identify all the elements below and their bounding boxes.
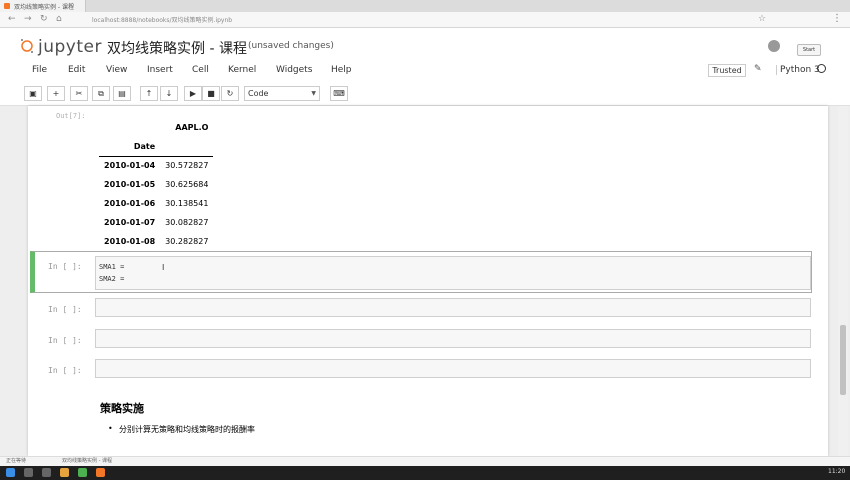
row-value: 30.572827: [165, 161, 209, 171]
save-status: (unsaved changes): [248, 41, 334, 51]
cut-button[interactable]: ✂: [70, 86, 88, 101]
output-prompt: Out[7]:: [56, 112, 86, 120]
move-down-button[interactable]: ↓: [160, 86, 178, 101]
save-button[interactable]: ▣: [24, 86, 42, 101]
folder-icon[interactable]: [60, 468, 69, 477]
url-field[interactable]: localhost:8888/notebooks/双均线策略实例.ipynb: [92, 15, 232, 24]
status-left: 正在等待: [6, 458, 27, 464]
task-view-icon[interactable]: [42, 468, 51, 477]
row-date: 2010-01-07: [104, 218, 156, 227]
row-value: 30.625684: [165, 180, 209, 189]
menu-file[interactable]: File: [32, 65, 47, 75]
menu-kernel[interactable]: Kernel: [228, 65, 256, 75]
cell-type-select[interactable]: Code ▼: [244, 86, 320, 101]
menu-help[interactable]: Help: [331, 65, 352, 75]
address-bar: ← → ↻ ⌂ localhost:8888/notebooks/双均线策略实例…: [0, 12, 850, 28]
menu-cell[interactable]: Cell: [192, 65, 209, 75]
browser-tab-bar: 双均线策略实例 - 课程 ×: [0, 0, 850, 12]
command-palette-button[interactable]: ⌨: [330, 86, 348, 101]
table-row: 2010-01-07 30.082827: [99, 213, 213, 232]
input-prompt: In [ ]:: [48, 366, 82, 375]
run-button[interactable]: ▶: [184, 86, 202, 101]
interrupt-button[interactable]: ■: [202, 86, 220, 101]
kernel-name: Python 3: [776, 65, 820, 75]
edit-mode-icon: ✎: [754, 64, 762, 74]
row-value: 30.282827: [165, 237, 209, 246]
cell-type-value: Code: [248, 89, 269, 98]
restart-button[interactable]: ↻: [221, 86, 239, 101]
menu-widgets[interactable]: Widgets: [276, 65, 312, 75]
input-prompt: In [ ]:: [48, 305, 82, 314]
code-line: SMA2 =: [99, 275, 125, 283]
status-message: 双均线策略实例 - 课程: [62, 458, 112, 464]
clock: 11:20: [828, 468, 846, 475]
code-line: SMA1 =: [99, 263, 125, 271]
browser-status-bar: [0, 456, 850, 466]
input-prompt: In [ ]:: [48, 262, 82, 271]
logo-text: jupyter: [38, 37, 102, 57]
browser-icon[interactable]: [78, 468, 87, 477]
scrollbar[interactable]: [838, 106, 848, 456]
row-value: 30.082827: [165, 218, 209, 227]
menu-edit[interactable]: Edit: [68, 65, 85, 75]
move-up-button[interactable]: ↑: [140, 86, 158, 101]
code-editor[interactable]: [95, 298, 811, 317]
bookmark-star-icon[interactable]: ☆: [758, 14, 766, 24]
paste-button[interactable]: ▤: [113, 86, 131, 101]
table-row: 2010-01-08 30.282827: [99, 232, 213, 251]
table-row: 2010-01-06 30.138541: [99, 194, 213, 213]
row-date: 2010-01-08: [104, 237, 156, 246]
reload-icon[interactable]: ↻: [40, 14, 48, 24]
row-value: 30.138541: [165, 199, 209, 208]
row-date: 2010-01-04: [104, 161, 156, 171]
insert-cell-button[interactable]: +: [47, 86, 65, 101]
tab-title: 双均线策略实例 - 课程: [14, 4, 74, 11]
search-icon[interactable]: [24, 468, 33, 477]
markdown-heading: 策略实施: [100, 402, 144, 415]
column-header: AAPL.O: [175, 123, 209, 132]
browser-tab[interactable]: 双均线策略实例 - 课程 ×: [0, 0, 86, 12]
index-name: Date: [99, 137, 161, 157]
row-date: 2010-01-06: [104, 199, 156, 208]
text-cursor-icon: I: [162, 263, 165, 272]
jupyter-app-icon[interactable]: [96, 468, 105, 477]
logout-button[interactable]: Start: [797, 44, 821, 56]
scrollbar-thumb[interactable]: [840, 325, 846, 395]
code-editor[interactable]: [95, 359, 811, 378]
avatar: [768, 40, 780, 52]
row-date: 2010-01-05: [104, 180, 156, 189]
menu-insert[interactable]: Insert: [147, 65, 173, 75]
copy-button[interactable]: ⧉: [92, 86, 110, 101]
close-tab-icon[interactable]: ×: [68, 1, 74, 9]
table-row: 2010-01-04 30.572827: [99, 156, 213, 175]
home-icon[interactable]: ⌂: [56, 14, 62, 24]
markdown-bullet: 分别计算无策略和均线策略时的报酬率: [119, 425, 255, 434]
dataframe-output: AAPL.O Date 2010-01-04 30.572827 2010-01…: [99, 118, 214, 251]
code-editor[interactable]: [95, 329, 811, 348]
start-icon[interactable]: [6, 468, 15, 477]
kernel-idle-icon: [817, 64, 826, 73]
trusted-badge[interactable]: Trusted: [708, 64, 746, 77]
chevron-down-icon: ▼: [311, 90, 316, 97]
code-editor[interactable]: [95, 256, 811, 290]
jupyter-favicon-icon: [4, 3, 10, 9]
input-prompt: In [ ]:: [48, 336, 82, 345]
jupyter-logo[interactable]: jupyter: [20, 36, 102, 57]
taskbar: [0, 466, 850, 480]
table-row: 2010-01-05 30.625684: [99, 175, 213, 194]
browser-menu-icon[interactable]: ⋮: [832, 13, 842, 24]
back-icon[interactable]: ←: [8, 14, 16, 24]
forward-icon[interactable]: →: [24, 14, 32, 24]
notebook-title[interactable]: 双均线策略实例 - 课程: [107, 38, 247, 58]
bullet-icon: •: [108, 424, 113, 433]
jupyter-logo-icon: [21, 39, 33, 53]
menu-view[interactable]: View: [106, 65, 127, 75]
